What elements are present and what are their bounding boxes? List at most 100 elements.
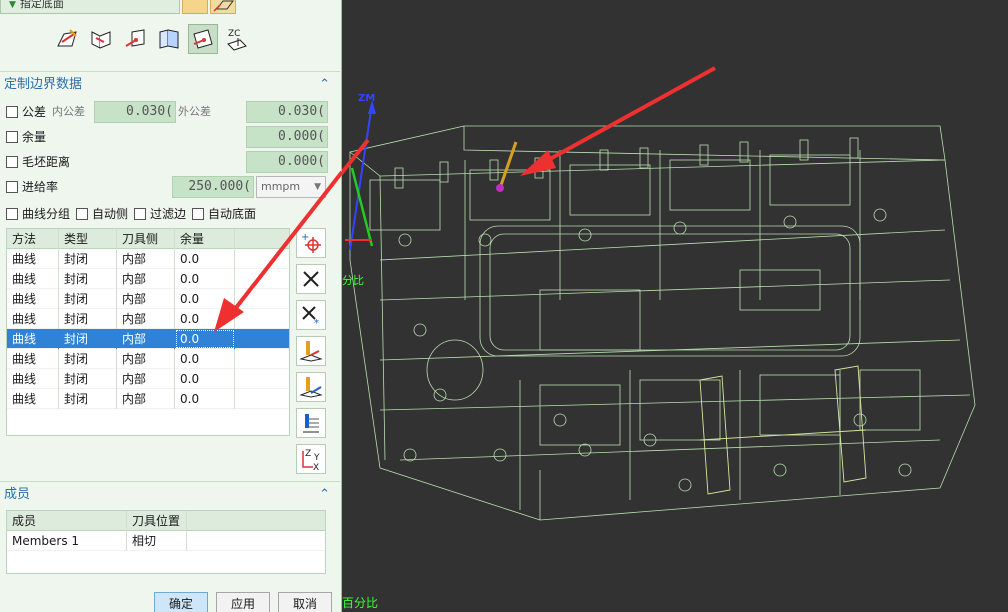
zc-axis-button[interactable]: ZC (222, 24, 252, 54)
plane-normal-icon (193, 29, 213, 49)
column-header[interactable]: 类型 (59, 229, 117, 249)
delete-all-button[interactable]: * (296, 300, 326, 330)
add-boundary-button[interactable]: + (296, 228, 326, 258)
svg-text:*: * (314, 318, 319, 327)
curve-group-option[interactable]: 曲线分组 (6, 204, 70, 224)
table-cell: 封闭 (59, 389, 117, 409)
svg-text:Y: Y (313, 453, 320, 463)
display-face-button[interactable] (210, 0, 236, 14)
blank-distance-field[interactable]: 0.000( (246, 151, 328, 173)
delete-button[interactable] (296, 264, 326, 294)
stock-label: 余量 (22, 130, 47, 144)
table-row[interactable]: 曲线 封闭 内部 0.0 (7, 389, 289, 409)
filter-edges-option[interactable]: 过滤边 (134, 204, 186, 224)
svg-text:Z: Z (305, 449, 311, 459)
filter-edges-checkbox[interactable] (134, 208, 147, 220)
edit-tool-button[interactable] (296, 372, 326, 402)
ok-button[interactable]: 确定 (154, 592, 208, 612)
chevron-up-icon[interactable]: ⌃ (319, 482, 330, 508)
boundary-list-actions: + * ZYX (296, 228, 328, 474)
table-cell: 曲线 (7, 309, 59, 329)
zc-axis-icon: ZC (227, 29, 247, 51)
dialog-panel: ▼ 指定底面 ZC 定制边界数据 ⌃ 公差 内公差 0.030( 外公差 0.0… (0, 0, 342, 612)
zm-axis-label: ZM (358, 93, 375, 104)
point-boundary-button[interactable] (120, 24, 150, 54)
blank-distance-checkbox[interactable] (6, 156, 18, 168)
point-boundary-icon (125, 29, 145, 47)
table-row[interactable]: 曲线 封闭 内部 0.0 (7, 369, 289, 389)
column-header[interactable]: 刀具侧 (117, 229, 175, 249)
face-boundary-button[interactable] (154, 24, 184, 54)
tolerance-checkbox[interactable] (6, 106, 18, 118)
plane-normal-button[interactable] (188, 24, 218, 54)
boundary-options-row: 曲线分组 自动侧 过滤边 自动底面 (6, 204, 256, 224)
table-cell: 0.0 (175, 389, 235, 409)
feed-rate-checkbox[interactable] (6, 181, 18, 193)
feed-unit-select[interactable]: mmpm ▼ (256, 176, 326, 198)
tool-side-button[interactable] (296, 336, 326, 366)
face-boundary-icon (159, 29, 179, 49)
stock-checkbox[interactable] (6, 131, 18, 143)
xyz-reorder-button[interactable]: ZYX (296, 444, 326, 474)
chevron-up-icon[interactable]: ⌃ (319, 72, 330, 98)
column-header[interactable]: 方法 (7, 229, 59, 249)
select-face-button[interactable] (182, 0, 208, 14)
table-row[interactable]: 曲线 封闭 内部 0.0 (7, 269, 289, 289)
auto-side-checkbox[interactable] (76, 208, 89, 220)
table-cell: 0.0 (175, 309, 235, 329)
feed-rate-label: 进给率 (22, 180, 59, 194)
table-cell: 内部 (117, 309, 175, 329)
tolerance-row: 公差 内公差 0.030( 外公差 0.030( (6, 101, 332, 123)
auto-floor-checkbox[interactable] (192, 208, 205, 220)
chevron-down-icon: ▼ (314, 182, 321, 192)
members-table: 成员 刀具位置 Members 1 相切 (6, 510, 326, 574)
members-header[interactable]: 成员 ⌃ (0, 481, 340, 507)
boundary-list-table: 方法 类型 刀具侧 余量 曲线 封闭 内部 0.0 曲线 封闭 内部 0.0 曲线 封闭 内部 0… (6, 228, 290, 436)
table-cell: 内部 (117, 269, 175, 289)
table-row[interactable]: 曲线 封闭 内部 0.0 (7, 289, 289, 309)
delete-icon (303, 271, 319, 287)
inner-tolerance-label: 内公差 (52, 105, 85, 118)
inner-tolerance-field[interactable]: 0.030( (94, 101, 176, 123)
table-cell: 封闭 (59, 249, 117, 269)
table-cell: 0.0 (175, 369, 235, 389)
apply-button[interactable]: 应用 (216, 592, 270, 612)
graphics-viewport[interactable]: ZM (342, 0, 1008, 612)
table-row[interactable]: 曲线 封闭 内部 0.0 (7, 309, 289, 329)
auto-side-label: 自动侧 (92, 207, 129, 221)
plane-boundary-button[interactable] (86, 24, 116, 54)
table-cell: 内部 (117, 369, 175, 389)
auto-side-option[interactable]: 自动侧 (76, 204, 128, 224)
stock-field[interactable]: 0.000( (246, 126, 328, 148)
xyz-reorder-icon: Z YX (302, 449, 320, 471)
members-title: 成员 (4, 487, 31, 502)
feed-rate-field[interactable]: 250.000( (172, 176, 254, 198)
list-edit-button[interactable] (296, 408, 326, 438)
table-row[interactable]: 曲线 封闭 内部 0.0 (7, 249, 289, 269)
table-header: 成员 刀具位置 (7, 511, 325, 531)
table-row[interactable]: Members 1 相切 (7, 531, 325, 551)
blank-distance-label: 毛坯距离 (22, 155, 71, 169)
table-cell: 曲线 (7, 329, 59, 349)
outer-tolerance-field[interactable]: 0.030( (246, 101, 328, 123)
custom-boundary-header[interactable]: 定制边界数据 ⌃ (0, 71, 340, 97)
table-row-selected[interactable]: 曲线 封闭 内部 0.0 (7, 329, 289, 349)
table-cell: 0.0 (175, 349, 235, 369)
stock-row: 余量 0.000( (6, 126, 332, 148)
filter-edges-label: 过滤边 (150, 207, 187, 221)
auto-floor-option[interactable]: 自动底面 (192, 204, 256, 224)
table-cell: 封闭 (59, 329, 117, 349)
plane-icon (213, 0, 234, 12)
table-row[interactable]: 曲线 封闭 内部 0.0 (7, 349, 289, 369)
column-header[interactable]: 成员 (7, 511, 127, 531)
wireframe-model[interactable]: ZM (342, 0, 1008, 612)
specify-floor-label: 指定底面 (19, 0, 64, 10)
curve-boundary-button[interactable] (52, 24, 82, 54)
column-header[interactable]: 刀具位置 (127, 511, 187, 531)
cancel-button[interactable]: 取消 (278, 592, 332, 612)
curve-group-checkbox[interactable] (6, 208, 18, 220)
table-cell: 曲线 (7, 249, 59, 269)
tolerance-label: 公差 (22, 105, 47, 119)
specify-floor-selector[interactable]: ▼ 指定底面 (0, 0, 180, 14)
column-header[interactable]: 余量 (175, 229, 235, 249)
